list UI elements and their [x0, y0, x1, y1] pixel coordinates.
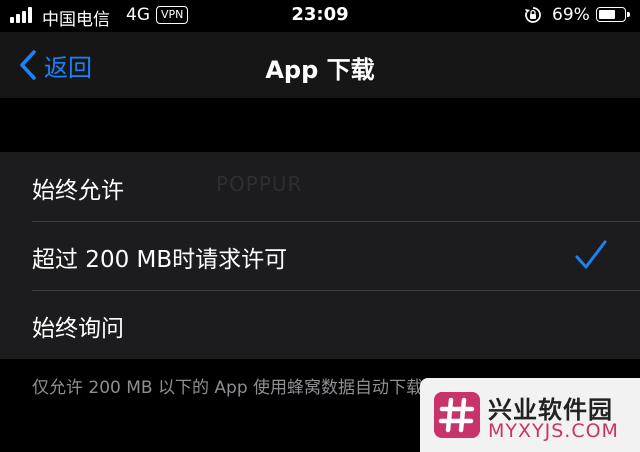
clock: 23:09	[291, 4, 349, 25]
option-label: 超过 200 MB时请求许可	[32, 247, 288, 273]
option-always-ask[interactable]: 始终询问	[0, 290, 640, 359]
page-title: App 下载	[265, 56, 375, 84]
site-logo: 兴业软件园 MYXYJS.COM	[420, 378, 640, 452]
logo-name-en: MYXYJS.COM	[488, 420, 619, 442]
hash-logo-icon	[434, 392, 480, 438]
option-label: 始终允许	[32, 178, 124, 204]
checkmark-icon	[575, 240, 607, 269]
option-ask-over-200mb[interactable]: 超过 200 MB时请求许可	[0, 221, 640, 290]
option-label: 始终询问	[32, 316, 124, 342]
watermark: POPPUR	[216, 172, 303, 196]
battery-percent: 69%	[552, 5, 590, 25]
footer-note: 仅允许 200 MB 以下的 App 使用蜂窝数据自动下载	[32, 378, 424, 398]
status-bar: 中国电信 4G VPN 23:09 69%	[0, 0, 640, 32]
battery-icon	[596, 7, 630, 22]
download-options-list: 始终允许 超过 200 MB时请求许可 始终询问	[0, 152, 640, 359]
rotation-lock-icon	[525, 7, 541, 23]
option-always-allow[interactable]: 始终允许	[0, 152, 640, 221]
navigation-bar: 返回 App 下载	[0, 32, 640, 98]
